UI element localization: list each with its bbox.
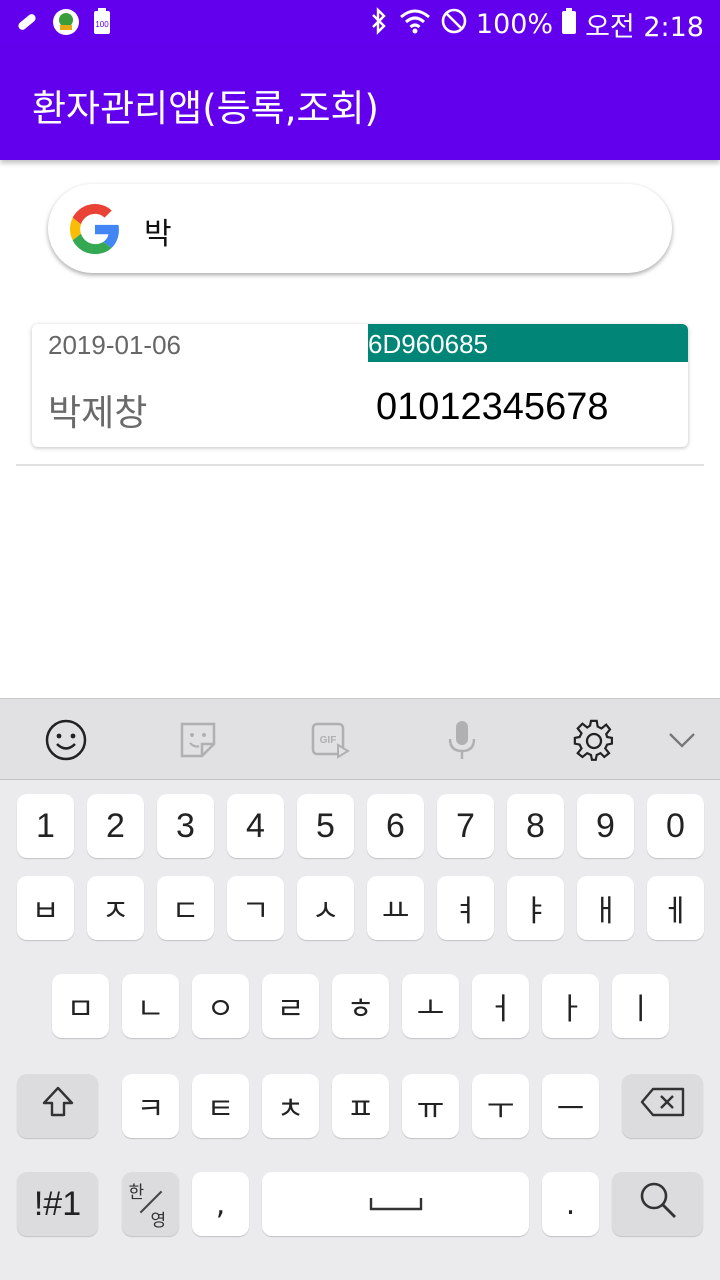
- clock: 오전 2:18: [585, 11, 704, 43]
- search-icon: [637, 1179, 679, 1229]
- key-rieul[interactable]: ㄹ: [262, 974, 319, 1038]
- battery-icon: [561, 7, 577, 42]
- key-o[interactable]: ㅗ: [402, 974, 459, 1038]
- patient-name: 박제창: [48, 393, 148, 434]
- key-3[interactable]: 3: [157, 794, 214, 858]
- bluetooth-icon: [368, 6, 390, 42]
- key-0[interactable]: 0: [647, 794, 704, 858]
- app-bar: 환자관리앱(등록,조회): [0, 48, 720, 160]
- key-ieung[interactable]: ㅇ: [192, 974, 249, 1038]
- microphone-icon[interactable]: [439, 717, 485, 763]
- bandage-icon: [14, 9, 40, 39]
- key-nieun[interactable]: ㄴ: [122, 974, 179, 1038]
- language-toggle-label: 한 영: [123, 1176, 179, 1232]
- key-5[interactable]: 5: [297, 794, 354, 858]
- key-7[interactable]: 7: [437, 794, 494, 858]
- lang-english-label: 영: [150, 1211, 167, 1231]
- key-pieup[interactable]: ㅍ: [332, 1074, 389, 1138]
- symbols-key[interactable]: !#1: [17, 1172, 98, 1236]
- space-bar-icon: [368, 1187, 424, 1222]
- backspace-key[interactable]: [622, 1074, 703, 1138]
- key-eu[interactable]: ㅡ: [542, 1074, 599, 1138]
- key-2[interactable]: 2: [87, 794, 144, 858]
- app-notification-icon: [52, 8, 80, 40]
- do-not-disturb-icon: [440, 7, 468, 42]
- key-yeo[interactable]: ㅕ: [437, 876, 494, 940]
- shift-key[interactable]: [17, 1074, 98, 1138]
- key-yo[interactable]: ㅛ: [367, 876, 424, 940]
- svg-text:GIF: GIF: [320, 735, 337, 746]
- key-jieut[interactable]: ㅈ: [87, 876, 144, 940]
- backspace-icon: [639, 1086, 687, 1126]
- period-key[interactable]: .: [542, 1172, 599, 1236]
- key-9[interactable]: 9: [577, 794, 634, 858]
- key-ae[interactable]: ㅐ: [577, 876, 634, 940]
- chevron-down-icon[interactable]: [659, 717, 705, 763]
- google-g-icon: [70, 204, 120, 258]
- emoji-icon[interactable]: [43, 717, 89, 763]
- search-input[interactable]: 박: [144, 209, 172, 253]
- key-ya[interactable]: ㅑ: [507, 876, 564, 940]
- patient-phone: 01012345678: [376, 386, 609, 428]
- key-4[interactable]: 4: [227, 794, 284, 858]
- symbols-key-label: !#1: [33, 1184, 82, 1223]
- search-bar[interactable]: 박: [48, 184, 672, 273]
- shift-arrow-icon: [40, 1084, 76, 1128]
- battery-saver-icon: 100: [92, 8, 112, 40]
- settings-gear-icon[interactable]: [571, 717, 617, 763]
- lang-korean-label: 한: [128, 1183, 145, 1203]
- patient-id: 6D960685: [368, 324, 688, 362]
- key-hieut[interactable]: ㅎ: [332, 974, 389, 1038]
- key-6[interactable]: 6: [367, 794, 424, 858]
- patient-registered-date: 2019-01-06: [48, 330, 181, 360]
- key-yu[interactable]: ㅠ: [402, 1074, 459, 1138]
- key-u[interactable]: ㅜ: [472, 1074, 529, 1138]
- svg-text:100: 100: [95, 20, 109, 29]
- app-title: 환자관리앱(등록,조회): [32, 87, 379, 130]
- status-bar: 100 100% 오전 2:18: [0, 0, 720, 48]
- soft-keyboard: GIF 1 2 3 4 5 6 7 8 9 0 ㅂ ㅈ ㄷ ㄱ ㅅ ㅛ ㅕ ㅑ …: [0, 698, 720, 1280]
- key-i[interactable]: ㅣ: [612, 974, 669, 1038]
- key-eo[interactable]: ㅓ: [472, 974, 529, 1038]
- key-giyeok[interactable]: ㄱ: [227, 876, 284, 940]
- search-key[interactable]: [612, 1172, 703, 1236]
- key-e[interactable]: ㅔ: [647, 876, 704, 940]
- key-tieut[interactable]: ㅌ: [192, 1074, 249, 1138]
- gif-icon[interactable]: GIF: [307, 717, 353, 763]
- space-key[interactable]: [262, 1172, 529, 1236]
- list-divider: [16, 464, 704, 466]
- key-siot[interactable]: ㅅ: [297, 876, 354, 940]
- wifi-icon: [398, 7, 432, 42]
- sticker-icon[interactable]: [175, 717, 221, 763]
- key-mieum[interactable]: ㅁ: [52, 974, 109, 1038]
- key-bieup[interactable]: ㅂ: [17, 876, 74, 940]
- key-1[interactable]: 1: [17, 794, 74, 858]
- keyboard-toolbar: GIF: [0, 698, 720, 780]
- battery-percent: 100%: [475, 8, 554, 40]
- key-digeut[interactable]: ㄷ: [157, 876, 214, 940]
- key-a[interactable]: ㅏ: [542, 974, 599, 1038]
- key-chieut[interactable]: ㅊ: [262, 1074, 319, 1138]
- key-kieuk[interactable]: ㅋ: [122, 1074, 179, 1138]
- patient-card[interactable]: 2019-01-06 6D960685 박제창 01012345678: [32, 324, 688, 447]
- comma-key[interactable]: ,: [192, 1172, 249, 1236]
- key-8[interactable]: 8: [507, 794, 564, 858]
- language-toggle-key[interactable]: 한 영: [122, 1172, 179, 1236]
